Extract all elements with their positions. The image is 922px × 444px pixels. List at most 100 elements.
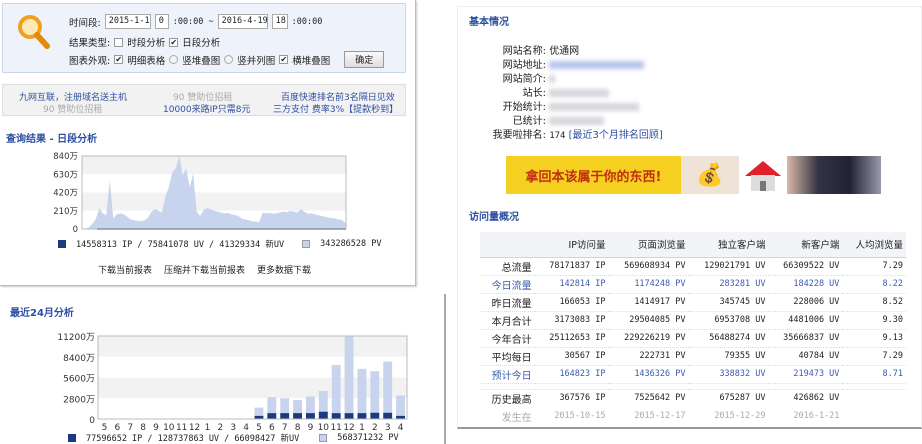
x-tick-label: 12 xyxy=(343,423,354,430)
monthly-bar-chart: 11200万8400万5600万2800万05 6 7 8 9 10 11 12 1 2 3 4 5 6 7… xyxy=(57,333,408,430)
table-cell: 222731 PV xyxy=(608,347,689,366)
table-cell: 367576 IP xyxy=(559,393,606,404)
ip-bar xyxy=(357,413,367,419)
table-cell: 229226219 PV xyxy=(608,329,689,348)
monthly-title: 最近24月分析 xyxy=(10,308,74,319)
row-label: 平均每日 xyxy=(480,347,535,366)
vstack-radio[interactable] xyxy=(169,55,179,64)
x-tick-label: 10 xyxy=(318,423,330,430)
monthly-legend: 77596652 IP / 128737863 UV / 66098427 新U… xyxy=(68,432,399,444)
rank-history-link[interactable]: [最近3个月排名回顾] xyxy=(569,130,663,141)
x-tick-label: 9 xyxy=(308,423,314,430)
pv-swatch xyxy=(302,240,311,248)
table-cell: 2015-12-29 xyxy=(714,411,766,421)
car-photo xyxy=(787,156,881,194)
info-row: 我要啦排名: 174 [最近3个月排名回顾] xyxy=(458,126,663,141)
y-tick-label: 5600万 xyxy=(63,375,95,385)
column-header: 人均浏览量 xyxy=(842,232,906,258)
row-label: 发生在 xyxy=(501,412,532,424)
table-cell: 8.71 xyxy=(842,365,906,384)
x-tick-label: 10 xyxy=(163,423,175,430)
table-cell: 6953708 UV xyxy=(688,311,769,330)
pv-bar xyxy=(331,365,341,419)
table-cell: 2015-12-17 xyxy=(634,411,686,421)
legend-pv: 343286528 PV xyxy=(320,239,382,249)
table-cell: 338832 UV xyxy=(688,365,769,384)
daily-checkbox[interactable]: ✔ xyxy=(169,37,179,47)
hstack-checkbox[interactable]: ✔ xyxy=(279,55,289,64)
hourly-label: 时段分析 xyxy=(127,38,166,49)
x-tick-label: 3 xyxy=(230,423,236,430)
x-tick-label: 5 xyxy=(256,423,262,430)
row-label[interactable]: 预计今日 xyxy=(480,365,535,384)
confirm-button[interactable]: 确定 xyxy=(344,51,385,68)
ip-swatch xyxy=(68,434,76,442)
ip-bar xyxy=(306,413,315,419)
table-cell: 1174248 PV xyxy=(608,275,689,294)
overview-panel: 基本情况 网站名称: 优通网 网站地址: 网站简介: 站长: 开始统计: 已统计… xyxy=(457,6,922,429)
table-cell: 219473 UV xyxy=(768,365,843,384)
x-tick-label: 11 xyxy=(176,423,187,430)
ip-bar xyxy=(331,413,341,419)
vside-radio[interactable] xyxy=(224,55,234,64)
table-cell: 25112653 IP xyxy=(534,329,609,348)
ip-bar xyxy=(293,413,302,419)
table-cell: 7.29 xyxy=(842,257,906,276)
download-report-link[interactable]: 下载当前报表 xyxy=(98,263,152,276)
table-cell: 1414917 PV xyxy=(608,293,689,312)
x-tick-label: 12 xyxy=(189,423,200,430)
table-row: 今日流量 142814 IP 1174248 PV 283281 UV 184228 U… xyxy=(480,275,906,294)
x-tick-label: 8 xyxy=(140,423,146,430)
table-cell: 675287 UV xyxy=(719,393,766,404)
x-tick-label: 7 xyxy=(282,423,288,430)
row-label: 今年合计 xyxy=(480,329,535,348)
ad-banner[interactable]: 拿回本该属于你的东西! 💰 xyxy=(506,156,881,194)
x-tick-label: 7 xyxy=(127,423,133,430)
zip-download-link[interactable]: 压缩并下载当前报表 xyxy=(164,263,245,276)
ad-link[interactable]: 10000来路IP只需8元 xyxy=(163,102,250,115)
end-hour-input[interactable]: 18 xyxy=(271,14,288,29)
money-bag-icon: 💰 xyxy=(681,156,739,194)
daily-area-chart: 840万 630万 420万 210万 0 xyxy=(53,152,347,235)
pv-bar xyxy=(383,361,393,419)
grid-band xyxy=(82,156,346,175)
table-cell: 7.29 xyxy=(842,347,906,366)
hourly-checkbox[interactable] xyxy=(114,37,124,47)
x-tick-label: 8 xyxy=(295,423,301,430)
start-hour-input[interactable]: 0 xyxy=(154,14,169,29)
info-row: 站长: xyxy=(458,84,610,99)
info-key: 网站地址: xyxy=(502,60,546,71)
info-row: 开始统计: xyxy=(458,98,640,113)
table-row: 今年合计 25112653 IP 229226219 PV 56488274 UV 35… xyxy=(480,329,906,348)
basic-title: 基本情况 xyxy=(469,17,509,28)
start-date-input[interactable]: 2015-1-1 xyxy=(104,14,151,29)
table-cell: 78171837 IP xyxy=(534,257,609,276)
peak-row: 发生在 2015-10-15 2015-12-17 2015-12-29 2016-1-… xyxy=(480,407,906,425)
x-tick-label: 2 xyxy=(372,423,378,430)
ip-bar xyxy=(344,413,354,419)
x-tick-label: 4 xyxy=(243,423,249,430)
chart-style-label: 图表外观: xyxy=(69,55,111,67)
y-tick-label: 210万 xyxy=(53,207,78,217)
table-cell: 29504085 PV xyxy=(608,311,689,330)
blurred-value xyxy=(549,117,605,125)
x-tick-label: 4 xyxy=(398,423,404,430)
table-cell: 30567 IP xyxy=(534,347,609,366)
ad-link[interactable]: 90 赞助位招租 xyxy=(43,102,102,115)
more-data-link[interactable]: 更多数据下载 xyxy=(257,263,311,276)
grid-band xyxy=(82,174,346,193)
ip-bar xyxy=(383,412,393,419)
ad-link[interactable]: 三方支付 费率3%【提款秒到】 xyxy=(273,102,398,115)
x-tick-label: 2 xyxy=(217,423,223,430)
table-cell: 8.22 xyxy=(842,275,906,294)
table-cell: 7525642 PV xyxy=(634,393,686,404)
table-checkbox[interactable]: ✔ xyxy=(114,55,124,64)
row-label: 历史最高 xyxy=(491,394,532,406)
end-date-input[interactable]: 2016-4-19 xyxy=(217,14,268,29)
info-key: 我要啦排名: xyxy=(492,130,546,141)
row-label[interactable]: 今日流量 xyxy=(480,275,535,294)
x-tick-label: 3 xyxy=(385,423,391,430)
y-tick-label: 0 xyxy=(73,225,78,235)
y-tick-label: 840万 xyxy=(53,152,78,162)
legend-ip: 14558313 IP / 75841078 UV / 41329334 新UV xyxy=(76,240,285,250)
